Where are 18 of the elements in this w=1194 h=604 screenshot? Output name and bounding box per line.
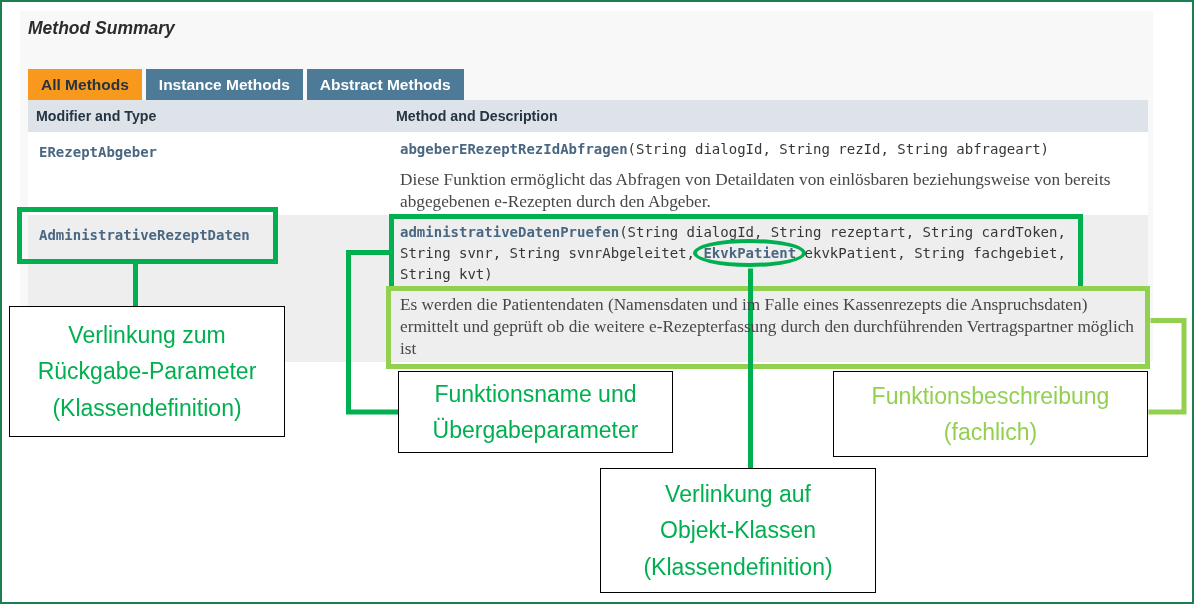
tab[interactable]: Abstract Methods: [306, 69, 464, 100]
tab[interactable]: Instance Methods: [145, 69, 303, 100]
callout-text: Funktionsname und Übergabeparameter: [432, 379, 639, 445]
method-link[interactable]: abgeberERezeptRezIdAbfragen: [400, 141, 628, 157]
method-signature: abgeberERezeptRezIdAbfragen(String dialogId, String rezId, String abfrageart): [400, 140, 1049, 159]
callout-text: Funktionsbeschreibung (fachlich): [871, 381, 1110, 447]
method-description: Diese Funktion ermöglicht das Abfragen von Detaildaten von einlösbaren beziehungsweise von bereits abgegebenen e-Rezepten durch den Abgeber.: [400, 169, 1112, 213]
method-link[interactable]: administrativeDatenPruefen: [400, 224, 620, 240]
column-header: Modifier and Type: [36, 107, 157, 125]
type-link[interactable]: EkvkPatient: [703, 245, 797, 261]
callout-text: Verlinkung auf Objekt-Klassen (Klassendefinition): [643, 479, 833, 582]
callout-text: Verlinkung zum Rückgabe-Parameter (Klassendefinition): [37, 320, 257, 423]
type-link[interactable]: ERezeptAbgeber: [39, 144, 157, 160]
section-title: Method Summary: [28, 18, 177, 38]
tab[interactable]: All Methods: [28, 69, 142, 100]
method-signature: administrativeDatenPruefen(String dialogId, String rezeptart, String cardToken, String svnr, String svnrAbgeleitet, EkvkPatient ekvkPatient, String fachgebiet, String kvt): [400, 223, 1067, 284]
column-header: Method and Description: [396, 107, 558, 125]
type-link[interactable]: AdministrativeRezeptDaten: [39, 227, 250, 243]
